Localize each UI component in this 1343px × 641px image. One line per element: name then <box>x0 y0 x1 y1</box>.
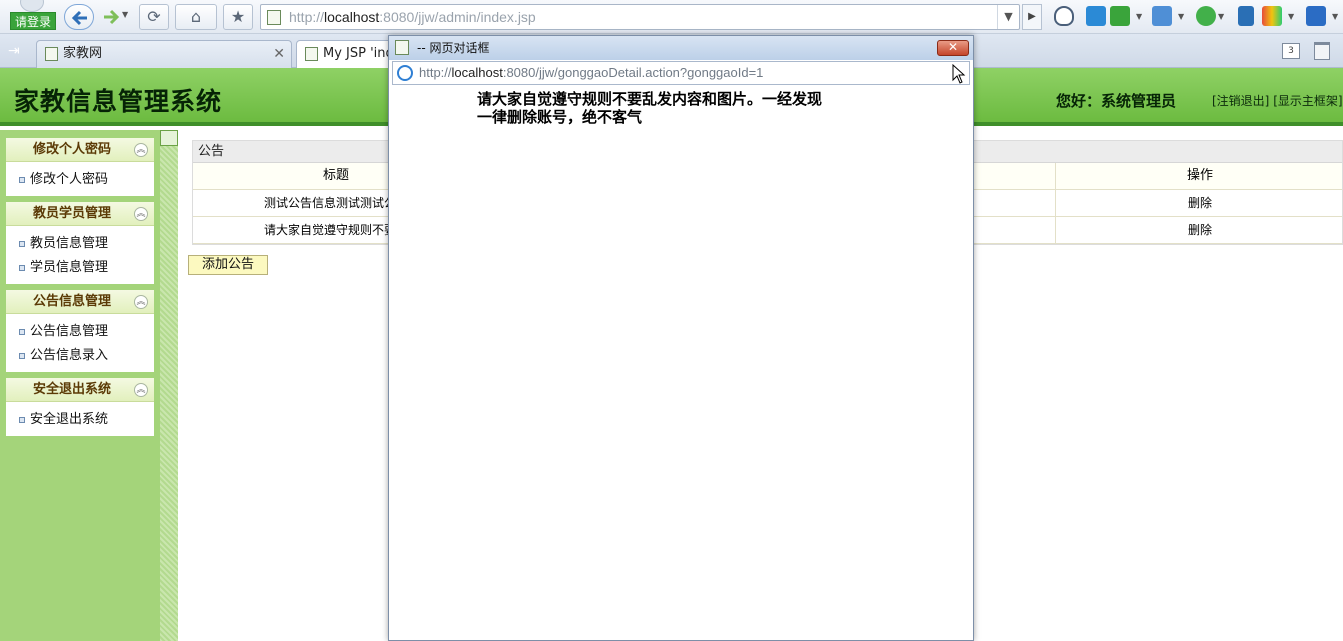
menu-title: 安全退出系统 <box>32 382 111 397</box>
login-badge[interactable]: 请登录 <box>8 0 56 32</box>
back-button[interactable] <box>64 4 94 30</box>
add-notice-button[interactable]: 添加公告 <box>188 255 268 275</box>
notice-content: 请大家自觉遵守规则不要乱发内容和图片。一经发现 一律删除账号，绝不客气 <box>477 90 877 126</box>
frame-splitter[interactable] <box>160 130 178 641</box>
bullet-icon <box>19 241 25 247</box>
avatar <box>20 0 44 12</box>
bullet-icon <box>19 417 25 423</box>
notice-content-line: 请大家自觉遵守规则不要乱发内容和图片。一经发现 <box>477 90 823 108</box>
web-dialog: -- 网页对话框 ✕ http://localhost:8080/jjw/gon… <box>388 35 974 641</box>
key-icon[interactable] <box>1238 6 1254 26</box>
sidebar-item-change-password[interactable]: 修改个人密码 <box>6 168 154 192</box>
sidebar-item-student-info[interactable]: 学员信息管理 <box>6 256 154 280</box>
page-icon <box>395 40 409 55</box>
collapse-icon[interactable]: ︽ <box>134 383 148 397</box>
star-icon: ★ <box>230 7 246 26</box>
dialog-title: -- 网页对话框 <box>417 41 490 55</box>
logout-link[interactable]: [注销退出] <box>1212 94 1269 108</box>
collapse-icon[interactable]: ︽ <box>134 295 148 309</box>
video-icon[interactable] <box>1306 6 1326 26</box>
download-icon[interactable] <box>1196 6 1216 26</box>
chevron-down-icon[interactable]: ▼ <box>1136 12 1142 21</box>
go-button[interactable]: ▶ <box>1022 4 1042 30</box>
menu-title: 公告信息管理 <box>32 294 111 309</box>
page-icon <box>305 47 318 61</box>
dialog-address-bar: http://localhost:8080/jjw/gonggaoDetail.… <box>392 61 970 85</box>
mouse-cursor-icon <box>952 64 966 84</box>
menu-title: 教员学员管理 <box>32 206 111 221</box>
sidebar-toggle-icon[interactable]: ⇥ <box>8 43 20 59</box>
page-icon <box>267 10 281 25</box>
menu-header[interactable]: 安全退出系统 ︽ <box>6 378 154 402</box>
menu-header[interactable]: 公告信息管理 ︽ <box>6 290 154 314</box>
bullet-icon <box>19 265 25 271</box>
show-mainframe-link[interactable]: [显示主框架] <box>1273 94 1342 108</box>
login-badge-label: 请登录 <box>10 12 56 30</box>
header-links: [注销退出] [显示主框架] <box>1212 92 1343 109</box>
translate-icon[interactable] <box>1110 6 1130 26</box>
menu-header[interactable]: 修改个人密码 ︽ <box>6 138 154 162</box>
sidebar-item-exit[interactable]: 安全退出系统 <box>6 408 154 432</box>
collapse-icon[interactable]: ︽ <box>134 207 148 221</box>
delete-link[interactable]: 删除 <box>1055 190 1343 216</box>
chevron-down-icon[interactable]: ▼ <box>1332 12 1338 21</box>
sidebar-item-notice-manage[interactable]: 公告信息管理 <box>6 320 154 344</box>
menu-section-password: 修改个人密码 ︽ 修改个人密码 <box>6 138 154 196</box>
sidebar-item-notice-entry[interactable]: 公告信息录入 <box>6 344 154 368</box>
welcome-text: 您好：系统管理员 <box>1056 92 1177 110</box>
splitter-handle[interactable] <box>160 130 178 146</box>
column-header-action: 操作 <box>1055 163 1343 189</box>
chevron-down-icon[interactable]: ▼ <box>1218 12 1224 21</box>
dialog-url: http://localhost:8080/jjw/gonggaoDetail.… <box>419 65 764 80</box>
favorites-button[interactable]: ★ <box>223 4 253 30</box>
menu-section-exit: 安全退出系统 ︽ 安全退出系统 <box>6 378 154 436</box>
dialog-titlebar[interactable]: -- 网页对话框 ✕ <box>389 36 973 60</box>
forward-button[interactable]: ▼ <box>96 4 132 30</box>
menu-header[interactable]: 教员学员管理 ︽ <box>6 202 154 226</box>
close-icon[interactable]: ✕ <box>273 46 285 62</box>
page-icon <box>45 47 58 61</box>
shield-icon[interactable] <box>1054 6 1074 26</box>
bullet-icon <box>19 329 25 335</box>
address-url: http://localhost:8080/jjw/admin/index.js… <box>289 9 536 25</box>
back-arrow-icon <box>71 10 87 26</box>
apps-icon[interactable] <box>1262 6 1282 26</box>
notice-content-line: 一律删除账号，绝不客气 <box>477 108 643 126</box>
tab-label: 家教网 <box>63 46 103 61</box>
close-button[interactable]: ✕ <box>937 40 969 56</box>
refresh-icon: ⟳ <box>147 7 161 26</box>
menu-section-notices: 公告信息管理 ︽ 公告信息管理 公告信息录入 <box>6 290 154 372</box>
forward-arrow-icon <box>104 9 120 25</box>
sidebar: 修改个人密码 ︽ 修改个人密码 教员学员管理 ︽ 教员信息管理 学员信息管理 公… <box>0 130 160 641</box>
delete-link[interactable]: 删除 <box>1055 217 1343 243</box>
cube-icon[interactable] <box>1086 6 1106 26</box>
screenshot-icon[interactable] <box>1152 6 1172 26</box>
address-bar[interactable]: http://localhost:8080/jjw/admin/index.js… <box>260 4 1020 30</box>
chevron-down-icon: ▼ <box>122 10 129 19</box>
ie-icon <box>397 65 413 81</box>
bullet-icon <box>19 353 25 359</box>
menu-title: 修改个人密码 <box>32 142 111 157</box>
tab-jiajiaowang[interactable]: 家教网 ✕ <box>36 40 292 68</box>
refresh-button[interactable]: ⟳ <box>139 4 169 30</box>
menu-section-users: 教员学员管理 ︽ 教员信息管理 学员信息管理 <box>6 202 154 284</box>
trash-icon[interactable] <box>1314 42 1330 60</box>
bullet-icon <box>19 177 25 183</box>
tab-my-jsp[interactable]: My JSP 'ind <box>296 40 396 68</box>
tab-label: My JSP 'ind <box>323 46 394 61</box>
home-button[interactable]: ⌂ <box>175 4 217 30</box>
dialog-body: 请大家自觉遵守规则不要乱发内容和图片。一经发现 一律删除账号，绝不客气 <box>389 88 973 640</box>
sidebar-item-teacher-info[interactable]: 教员信息管理 <box>6 232 154 256</box>
address-dropdown-icon[interactable]: ▼ <box>997 5 1019 29</box>
tab-count-icon[interactable]: 3 <box>1282 43 1300 59</box>
chevron-down-icon[interactable]: ▼ <box>1178 12 1184 21</box>
chevron-down-icon[interactable]: ▼ <box>1288 12 1294 21</box>
collapse-icon[interactable]: ︽ <box>134 143 148 157</box>
browser-toolbar: 请登录 ▼ ⟳ ⌂ ★ http://localhost:8080/jjw/ad… <box>0 0 1343 34</box>
home-icon: ⌂ <box>190 7 202 26</box>
page-title: 家教信息管理系统 <box>14 87 223 116</box>
